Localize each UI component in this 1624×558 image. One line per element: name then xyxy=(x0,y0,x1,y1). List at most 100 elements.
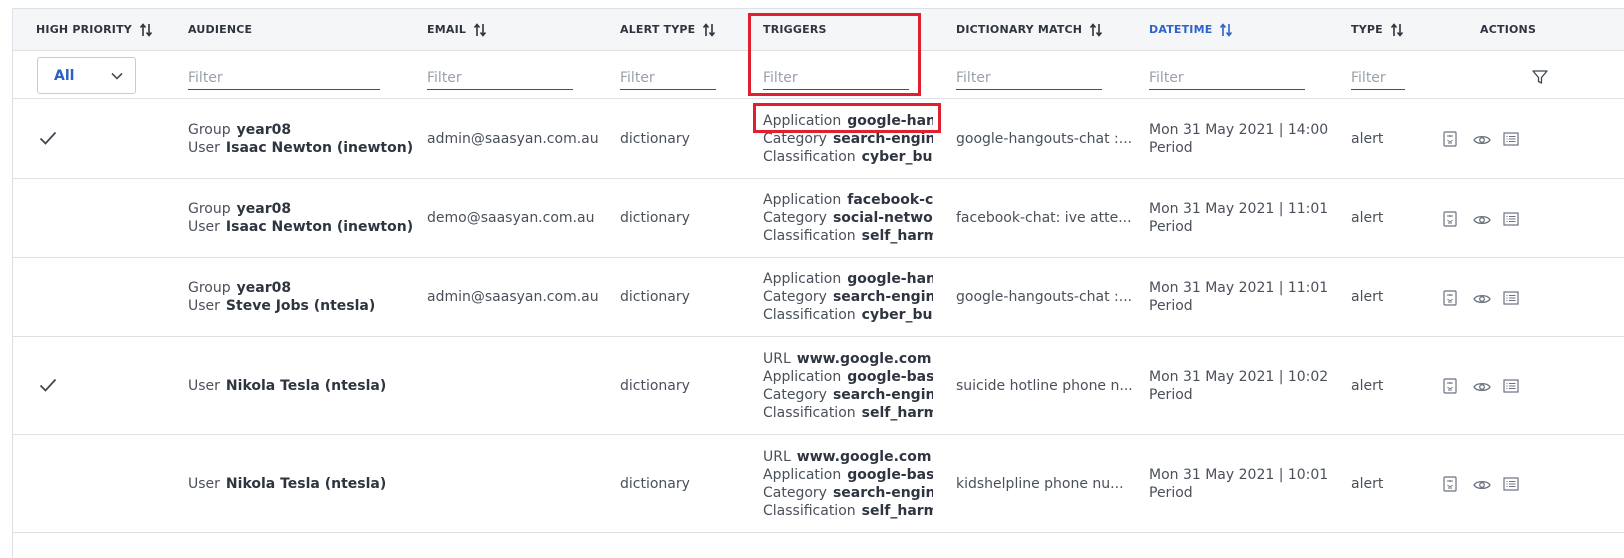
type-text-cell: alert xyxy=(1351,258,1431,336)
field-key: Application xyxy=(763,466,842,483)
column-header-datetime[interactable]: DATETIME xyxy=(1149,9,1234,50)
filter-icon[interactable] xyxy=(1532,69,1548,85)
field-value: www.google.com xyxy=(796,448,932,465)
period-text: Period xyxy=(1149,386,1193,403)
details-list-icon[interactable] xyxy=(1503,476,1519,492)
audience-line: Group year08 xyxy=(188,121,418,139)
period-text: Period xyxy=(1149,484,1193,501)
sort-icon[interactable] xyxy=(1390,22,1405,38)
triggers-line: Classification self_harm xyxy=(763,404,933,422)
table-row[interactable]: Group year08 User Isaac Newton (inewton) adm… xyxy=(13,99,1624,179)
column-label: AUDIENCE xyxy=(188,23,253,36)
details-list-icon[interactable] xyxy=(1503,131,1519,147)
field-value: Nikola Tesla (ntesla) xyxy=(225,377,387,394)
translate-icon[interactable] xyxy=(1443,131,1459,147)
dictionary-match-text-cell: suicide hotline phone n... xyxy=(956,337,1136,434)
eye-icon[interactable] xyxy=(1473,378,1491,394)
datetime-cell: Mon 31 May 2021 | 10:01 Period xyxy=(1149,435,1339,532)
field-value: search-engines xyxy=(832,484,933,501)
triggers: URLwww.google.comApplicationgoogle-baseC… xyxy=(763,435,933,532)
eye-icon[interactable] xyxy=(1473,290,1491,306)
field-value: Isaac Newton (inewton) xyxy=(225,219,414,235)
translate-icon[interactable] xyxy=(1443,289,1459,306)
audience: Group year08 User Steve Jobs (ntesla) xyxy=(188,258,418,336)
column-label: ACTIONS xyxy=(1480,23,1537,36)
chevron-down-icon xyxy=(111,68,123,84)
datetime-text: Mon 31 May 2021 | 14:00 xyxy=(1149,121,1329,138)
sort-icon[interactable] xyxy=(1090,22,1104,38)
dictionary-match-text-cell: google-hangouts-chat :... xyxy=(956,99,1136,178)
triggers-filter-input[interactable] xyxy=(763,67,909,90)
type-text-cell: alert xyxy=(1351,99,1431,178)
triggers-line: Application google-base xyxy=(763,368,933,386)
column-header-alert-type[interactable]: ALERT TYPE xyxy=(620,9,717,50)
sort-icon[interactable] xyxy=(139,22,154,38)
audience-filter-input[interactable] xyxy=(188,67,380,90)
translate-icon[interactable] xyxy=(1443,210,1459,227)
dictionary-match-text: suicide hotline phone n... xyxy=(956,377,1133,394)
field-key: Application xyxy=(763,112,842,129)
translate-icon[interactable] xyxy=(1443,476,1459,492)
email-text-cell: admin@saasyan.com.au xyxy=(427,99,612,178)
email-filter-input[interactable] xyxy=(427,67,573,90)
field-key: Application xyxy=(763,368,842,385)
column-header-type[interactable]: TYPE xyxy=(1351,9,1405,50)
table-row[interactable]: Group year08 User Steve Jobs (ntesla) admin@… xyxy=(13,258,1624,337)
audience-line: User Isaac Newton (inewton) xyxy=(188,139,418,157)
sort-icon[interactable] xyxy=(703,22,717,38)
field-key: Group xyxy=(188,280,231,296)
details-list-icon[interactable] xyxy=(1503,211,1519,227)
email-text: admin@saasyan.com.au xyxy=(427,289,599,305)
column-header-high-priority[interactable]: HIGH PRIORITY xyxy=(36,9,154,50)
triggers-line: Classification cyber_bullying xyxy=(763,148,933,166)
alert-type-text-cell: dictionary xyxy=(620,99,750,178)
type-text: alert xyxy=(1351,289,1384,305)
column-header-audience: AUDIENCE xyxy=(188,9,252,50)
row-actions xyxy=(1443,378,1519,394)
field-value: search-engines xyxy=(832,289,933,305)
audience: Group year08 User Isaac Newton (inewton) xyxy=(188,99,418,178)
details-list-icon[interactable] xyxy=(1503,378,1519,394)
field-key: User xyxy=(188,298,220,314)
triggers-line: Application google-base xyxy=(763,466,933,484)
dictionary-match-filter-input[interactable] xyxy=(956,67,1102,90)
field-key: URL xyxy=(763,350,791,367)
type-text-cell: alert xyxy=(1351,179,1431,257)
audience: Group year08 User Isaac Newton (inewton) xyxy=(188,179,418,257)
type-filter-input[interactable] xyxy=(1351,67,1405,90)
dictionary-match-text-cell: facebook-chat: ive atte... xyxy=(956,179,1136,257)
column-label: EMAIL xyxy=(427,23,467,36)
column-header-dictionary-match[interactable]: DICTIONARY MATCH xyxy=(956,9,1104,50)
table-row[interactable]: User Nikola Tesla (ntesla) dictionary URL ww… xyxy=(13,337,1624,435)
translate-icon[interactable] xyxy=(1443,378,1459,394)
email-text: admin@saasyan.com.au xyxy=(427,130,599,147)
field-value: year08 xyxy=(236,280,292,296)
datetime-filter-input[interactable] xyxy=(1149,67,1305,90)
details-list-icon[interactable] xyxy=(1503,290,1519,306)
audience-line: User Nikola Tesla (ntesla) xyxy=(188,377,418,395)
row-actions xyxy=(1443,210,1519,227)
eye-icon[interactable] xyxy=(1473,476,1491,492)
audience: User Nikola Tesla (ntesla) xyxy=(188,337,418,434)
alert-type-filter-input[interactable] xyxy=(620,67,716,90)
row-actions xyxy=(1443,476,1519,492)
table-row[interactable]: User Nikola Tesla (ntesla) dictionary URL ww… xyxy=(13,435,1624,533)
field-value: self_harm xyxy=(861,502,933,519)
eye-icon[interactable] xyxy=(1473,131,1491,147)
field-key: URL xyxy=(763,448,791,465)
field-key: Category xyxy=(763,210,827,226)
column-header-email[interactable]: EMAIL xyxy=(427,9,488,50)
datetime-text: Mon 31 May 2021 | 11:01 xyxy=(1149,201,1329,217)
priority-filter-select[interactable]: All xyxy=(37,57,136,94)
alert-type-text: dictionary xyxy=(620,377,690,394)
eye-icon[interactable] xyxy=(1473,211,1491,227)
sort-icon[interactable] xyxy=(474,22,488,38)
filter-row: All xyxy=(13,51,1624,99)
field-key: Classification xyxy=(763,148,856,165)
triggers: Application google-hangouts-chat Category s… xyxy=(763,99,933,178)
type-text: alert xyxy=(1351,377,1384,394)
table-row[interactable]: Group year08 User Isaac Newton (inewton) dem… xyxy=(13,179,1624,258)
dictionary-match-text: google-hangouts-chat :... xyxy=(956,130,1133,147)
field-value: google-hangouts-chat xyxy=(847,271,933,287)
sort-icon[interactable] xyxy=(1220,22,1234,38)
